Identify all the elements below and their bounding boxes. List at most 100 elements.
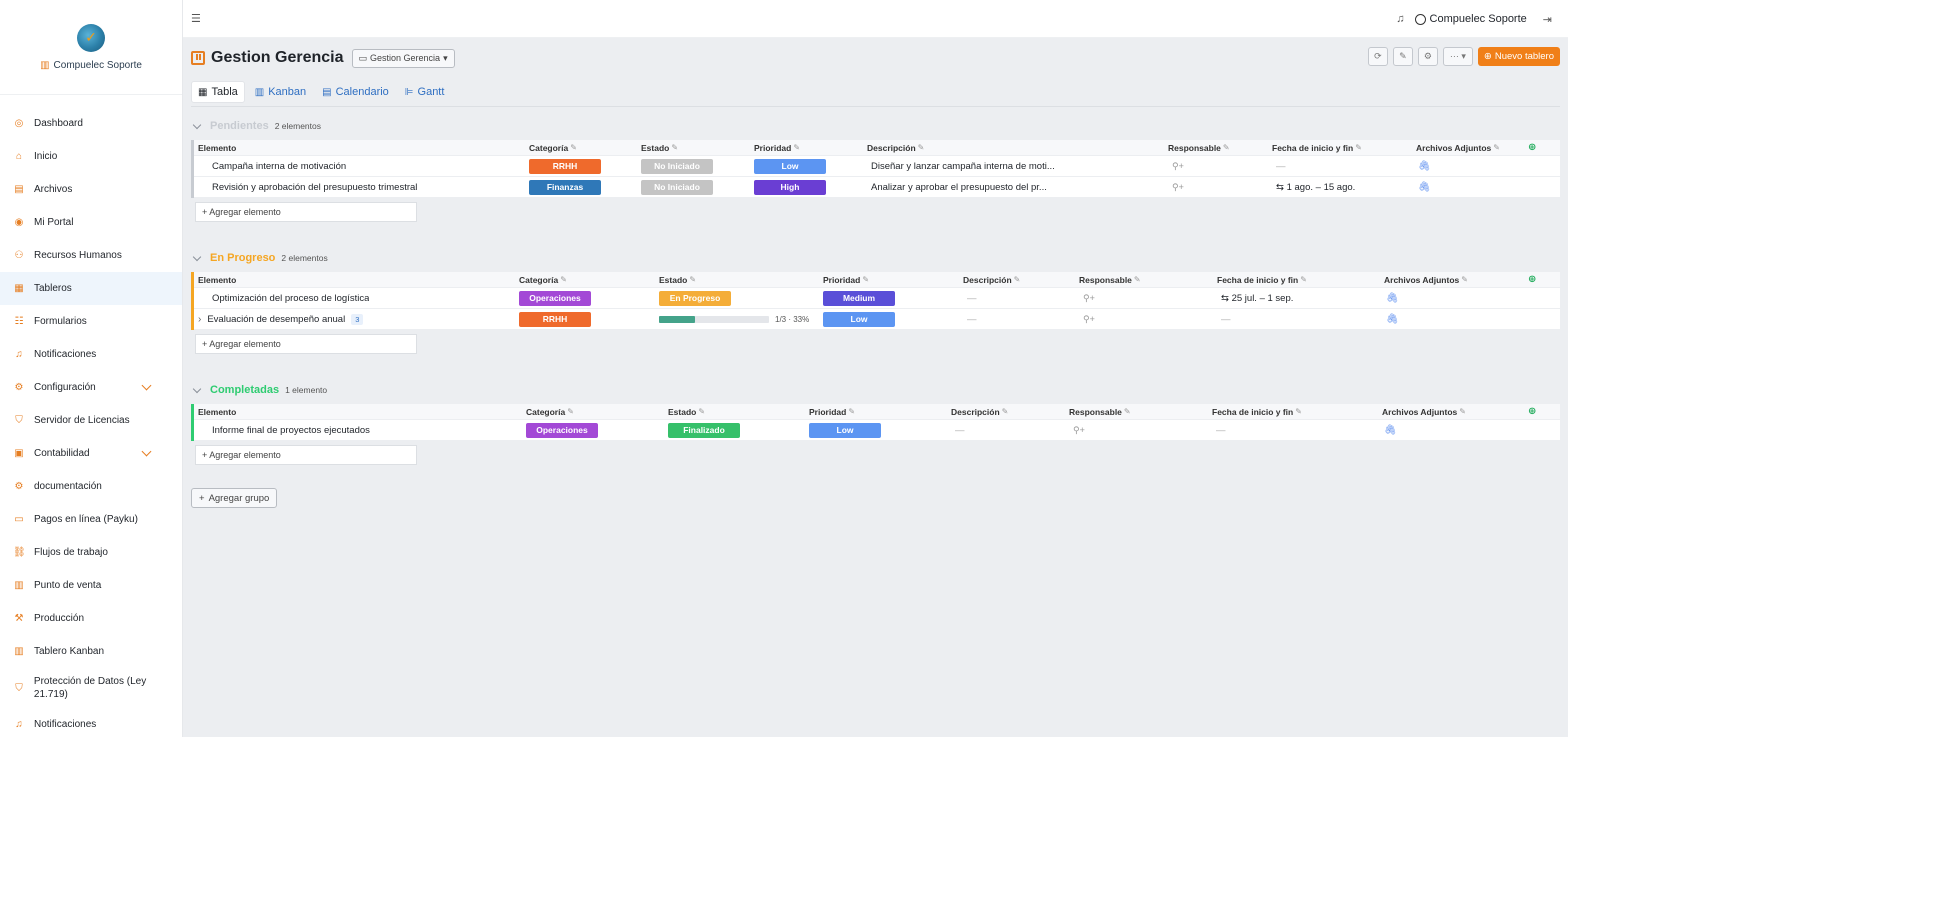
description-cell[interactable]: —: [967, 309, 977, 329]
column-header-responsible[interactable]: Responsable ✎: [1168, 140, 1230, 155]
sidebar-item-servidor-de-licencias[interactable]: ⛉ Servidor de Licencias: [0, 404, 182, 437]
sidebar-item-inicio[interactable]: ⌂ Inicio: [0, 140, 182, 173]
category-cell[interactable]: RRHH: [519, 309, 591, 329]
sidebar-item-tablero-kanban[interactable]: ▥ Tablero Kanban: [0, 635, 182, 668]
sidebar-item-recursos-humanos[interactable]: ⚇ Recursos Humanos: [0, 239, 182, 272]
pencil-icon[interactable]: ✎: [698, 407, 705, 416]
column-header-element[interactable]: Elemento: [198, 272, 236, 287]
column-header-responsible[interactable]: Responsable ✎: [1069, 404, 1131, 419]
add-column-icon[interactable]: ⊕: [1528, 140, 1536, 155]
table-row[interactable]: › Evaluación de desempeño anual 3 RRHH 1/3 ·…: [194, 309, 1560, 330]
tab-calendario[interactable]: ▤ Calendario: [316, 81, 395, 103]
element-cell[interactable]: Optimización del proceso de logística: [198, 288, 369, 308]
bell-icon[interactable]: ♫: [1396, 13, 1404, 25]
attachments-cell[interactable]: 🖇: [1384, 420, 1397, 440]
sidebar-item-documentaci-n[interactable]: ⚙ documentación: [0, 470, 182, 503]
paperclip-icon[interactable]: 🖇: [1418, 182, 1431, 193]
pencil-icon[interactable]: ✎: [1223, 143, 1230, 152]
pencil-icon[interactable]: ✎: [671, 143, 678, 152]
paperclip-icon[interactable]: 🖇: [1386, 293, 1399, 304]
date-cell[interactable]: —: [1221, 309, 1231, 329]
category-cell[interactable]: RRHH: [529, 156, 601, 176]
sidebar-item-punto-de-venta[interactable]: ▥ Punto de venta: [0, 569, 182, 602]
tab-gantt[interactable]: ⊫ Gantt: [399, 81, 451, 103]
priority-cell[interactable]: Low: [754, 156, 826, 176]
assign-user-icon[interactable]: ⚲+: [1172, 182, 1184, 193]
pencil-icon[interactable]: ✎: [689, 275, 696, 284]
element-cell[interactable]: Informe final de proyectos ejecutados: [198, 420, 370, 440]
description-cell[interactable]: —: [967, 288, 977, 308]
board-select[interactable]: ▭ Gestion Gerencia ▾: [351, 48, 455, 68]
element-cell[interactable]: Revisión y aprobación del presupuesto tr…: [198, 177, 417, 197]
logout-icon[interactable]: ⇥: [1543, 13, 1552, 26]
settings-button[interactable]: ⚙: [1417, 47, 1438, 66]
priority-cell[interactable]: Low: [823, 309, 895, 329]
responsible-cell[interactable]: ⚲+: [1172, 156, 1184, 176]
pencil-icon[interactable]: ✎: [862, 275, 869, 284]
add-element-button[interactable]: + Agregar elemento: [195, 334, 417, 354]
status-cell[interactable]: En Progreso: [659, 288, 731, 308]
column-header-description[interactable]: Descripción ✎: [963, 272, 1020, 287]
column-header-attachments[interactable]: Archivos Adjuntos ✎: [1384, 272, 1468, 287]
tab-tabla[interactable]: ▦ Tabla: [191, 81, 245, 103]
table-row[interactable]: Revisión y aprobación del presupuesto tr…: [194, 177, 1560, 198]
pencil-icon[interactable]: ✎: [567, 407, 574, 416]
add-group-button[interactable]: + Agregar grupo: [191, 488, 278, 508]
more-options-button[interactable]: ··· ▾: [1442, 47, 1473, 66]
category-cell[interactable]: Finanzas: [529, 177, 601, 197]
column-header-description[interactable]: Descripción ✎: [867, 140, 924, 155]
chevron-down-icon[interactable]: [192, 384, 202, 393]
pencil-icon[interactable]: ✎: [1014, 275, 1021, 284]
group-header[interactable]: Completadas 1 elemento: [191, 382, 1560, 398]
category-cell[interactable]: Operaciones: [519, 288, 591, 308]
table-row[interactable]: Campaña interna de motivación RRHH No Inic…: [194, 156, 1560, 177]
sidebar-item-notificaciones[interactable]: ♫ Notificaciones: [0, 708, 182, 741]
column-header-status[interactable]: Estado ✎: [641, 140, 678, 155]
sidebar-item-pagos-en-l-nea-payku[interactable]: ▭ Pagos en línea (Payku): [0, 503, 182, 536]
sidebar-item-notificaciones[interactable]: ♫ Notificaciones: [0, 338, 182, 371]
status-cell[interactable]: 1/3 · 33%: [659, 309, 809, 329]
paperclip-icon[interactable]: 🖇: [1418, 161, 1431, 172]
pencil-icon[interactable]: ✎: [793, 143, 800, 152]
pencil-icon[interactable]: ✎: [1461, 275, 1468, 284]
pencil-icon[interactable]: ✎: [1355, 143, 1362, 152]
column-header-status[interactable]: Estado ✎: [659, 272, 696, 287]
category-cell[interactable]: Operaciones: [526, 420, 598, 440]
column-header-category[interactable]: Categoría ✎: [529, 140, 577, 155]
attachments-cell[interactable]: 🖇: [1418, 156, 1431, 176]
group-header[interactable]: En Progreso 2 elementos: [191, 250, 1560, 266]
description-cell[interactable]: Diseñar y lanzar campaña interna de moti…: [871, 156, 1055, 176]
column-header-priority[interactable]: Prioridad ✎: [754, 140, 800, 155]
assign-user-icon[interactable]: ⚲+: [1083, 314, 1095, 325]
column-header-date[interactable]: Fecha de inicio y fin ✎: [1217, 272, 1307, 287]
column-header-category[interactable]: Categoría ✎: [519, 272, 567, 287]
column-header-responsible[interactable]: Responsable ✎: [1079, 272, 1141, 287]
sidebar-item-formularios[interactable]: ☷ Formularios: [0, 305, 182, 338]
assign-user-icon[interactable]: ⚲+: [1083, 293, 1095, 304]
element-cell[interactable]: Campaña interna de motivación: [198, 156, 346, 176]
add-element-button[interactable]: + Agregar elemento: [195, 445, 417, 465]
edit-button[interactable]: ✎: [1392, 47, 1413, 66]
column-header-element[interactable]: Elemento: [198, 404, 236, 419]
attachments-cell[interactable]: 🖇: [1418, 177, 1431, 197]
sidebar-item-archivos[interactable]: ▤ Archivos: [0, 173, 182, 206]
column-header-status[interactable]: Estado ✎: [668, 404, 705, 419]
add-column-icon[interactable]: ⊕: [1528, 272, 1536, 287]
pencil-icon[interactable]: ✎: [560, 275, 567, 284]
pencil-icon[interactable]: ✎: [1459, 407, 1466, 416]
add-column-icon[interactable]: ⊕: [1528, 404, 1536, 419]
column-header-attachments[interactable]: Archivos Adjuntos ✎: [1382, 404, 1466, 419]
priority-cell[interactable]: High: [754, 177, 826, 197]
column-header-description[interactable]: Descripción ✎: [951, 404, 1008, 419]
tab-kanban[interactable]: ▥ Kanban: [249, 81, 312, 103]
responsible-cell[interactable]: ⚲+: [1083, 288, 1095, 308]
add-element-button[interactable]: + Agregar elemento: [195, 202, 417, 222]
pencil-icon[interactable]: ✎: [848, 407, 855, 416]
date-cell[interactable]: ⇆ 1 ago. – 15 ago.: [1276, 177, 1355, 197]
sidebar-item-dashboard[interactable]: ◎ Dashboard: [0, 107, 182, 140]
attachments-cell[interactable]: 🖇: [1386, 309, 1399, 329]
priority-cell[interactable]: Medium: [823, 288, 895, 308]
chevron-right-icon[interactable]: ›: [198, 314, 201, 325]
chevron-down-icon[interactable]: [192, 252, 202, 261]
sidebar-item-flujos-de-trabajo[interactable]: ⛓ Flujos de trabajo: [0, 536, 182, 569]
